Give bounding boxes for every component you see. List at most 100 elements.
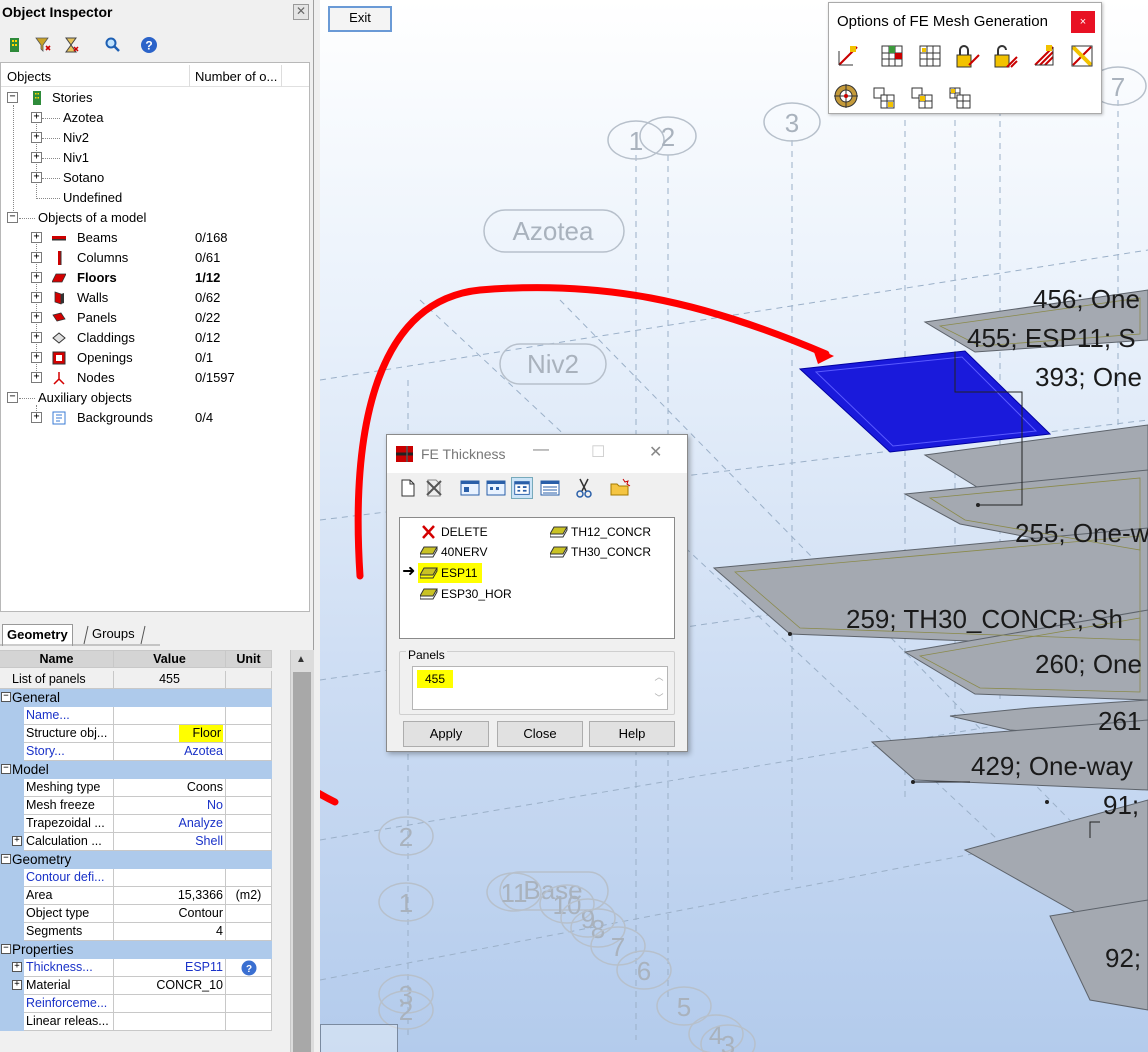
mesh-lock-icon[interactable]	[955, 43, 981, 69]
mesh-split-icon[interactable]	[871, 85, 897, 111]
expand-toggle[interactable]: +	[12, 836, 22, 846]
expand-toggle[interactable]: +	[31, 132, 42, 143]
expand-toggle[interactable]: +	[31, 172, 42, 183]
grid-row-trapezoidal[interactable]: Trapezoidal ... Analyze	[0, 815, 272, 833]
thickness-item-esp30-hor[interactable]: ESP30_HOR	[420, 584, 530, 604]
minimize-button[interactable]: —	[533, 441, 549, 459]
tree-node-panels[interactable]: + Panels 0/22	[1, 308, 301, 328]
apply-button[interactable]: Apply	[403, 721, 489, 747]
thickness-item-40nerv[interactable]: 40NERV	[420, 542, 530, 562]
expand-toggle[interactable]: +	[31, 312, 42, 323]
tree-node-nodes[interactable]: + Nodes 0/1597	[1, 368, 301, 388]
hourglass-icon[interactable]	[60, 34, 82, 56]
tree-node-walls[interactable]: + Walls 0/62	[1, 288, 301, 308]
section-properties[interactable]: − Properties	[0, 941, 272, 959]
expand-toggle[interactable]: +	[31, 292, 42, 303]
expand-toggle[interactable]: +	[31, 232, 42, 243]
name-column-header[interactable]: Name	[0, 650, 114, 668]
tree-node-story-undefined[interactable]: Undefined	[1, 188, 301, 208]
grid-row-segments[interactable]: Segments 4	[0, 923, 272, 941]
mesh-table-icon[interactable]	[879, 43, 905, 69]
expand-toggle[interactable]: +	[31, 152, 42, 163]
mesh-options-close-button[interactable]: ×	[1071, 11, 1095, 33]
grid-row-name[interactable]: Name...	[0, 707, 272, 725]
inspector-close-button[interactable]: ✕	[293, 4, 309, 20]
section-general[interactable]: − General	[0, 689, 272, 707]
dialog-close-x-button[interactable]: ✕	[649, 442, 662, 462]
tree-node-story-azotea[interactable]: + Azotea	[1, 108, 301, 128]
grid-row-structure-object[interactable]: Structure obj... Floor	[0, 725, 272, 743]
thickness-item-delete[interactable]: DELETE	[420, 522, 530, 542]
row-value[interactable]: Coons	[114, 779, 226, 797]
expand-toggle[interactable]: +	[31, 412, 42, 423]
value-column-header[interactable]: Value	[114, 650, 226, 668]
row-value[interactable]	[114, 869, 226, 887]
select-story-icon[interactable]	[4, 34, 26, 56]
grid-row-thickness[interactable]: + Thickness... ESP11 ?	[0, 959, 272, 977]
section-geometry[interactable]: − Geometry	[0, 851, 272, 869]
tree-node-backgrounds[interactable]: + Backgrounds 0/4	[1, 408, 301, 428]
collapse-toggle[interactable]: −	[1, 944, 11, 954]
help-button[interactable]: Help	[589, 721, 675, 747]
tree-node-story-sotano[interactable]: + Sotano	[1, 168, 301, 188]
property-grid-scrollbar[interactable]: ▲	[290, 650, 314, 1052]
close-button[interactable]: Close	[497, 721, 583, 747]
row-value[interactable]	[114, 995, 226, 1013]
search-icon[interactable]	[102, 34, 124, 56]
panels-input[interactable]: 455 ︿ ﹀	[412, 666, 668, 710]
row-value[interactable]: Floor	[114, 725, 226, 743]
delete-file-icon[interactable]	[423, 477, 445, 499]
exit-button[interactable]: Exit	[328, 6, 392, 32]
count-column-header[interactable]: Number of o...	[189, 65, 281, 87]
tree-node-objects-of-model[interactable]: − Objects of a model	[1, 208, 301, 228]
tree-node-columns[interactable]: + Columns 0/61	[1, 248, 301, 268]
row-value[interactable]: No	[114, 797, 226, 815]
collapse-toggle[interactable]: −	[1, 764, 11, 774]
maximize-button[interactable]: ☐	[591, 442, 605, 462]
mesh-merge-icon[interactable]	[909, 85, 935, 111]
collapse-toggle[interactable]: −	[1, 854, 11, 864]
mesh-unlock-icon[interactable]	[993, 43, 1019, 69]
tree-node-beams[interactable]: + Beams 0/168	[1, 228, 301, 248]
grid-row-calculation[interactable]: + Calculation ... Shell	[0, 833, 272, 851]
row-value[interactable]: CONCR_10	[114, 977, 226, 995]
cut-icon[interactable]	[573, 477, 595, 499]
mesh-refine-icon[interactable]	[1031, 43, 1057, 69]
list-view-icon[interactable]	[511, 477, 533, 499]
expand-toggle[interactable]: +	[12, 980, 22, 990]
mesh-join-icon[interactable]	[947, 85, 973, 111]
mesh-auto-icon[interactable]	[835, 43, 861, 69]
tree-node-claddings[interactable]: + Claddings 0/12	[1, 328, 301, 348]
mesh-delete-icon[interactable]	[1069, 43, 1095, 69]
row-value[interactable]	[114, 707, 226, 725]
collapse-toggle[interactable]: −	[1, 692, 11, 702]
tree-node-story-niv2[interactable]: + Niv2	[1, 128, 301, 148]
expand-toggle[interactable]: +	[31, 372, 42, 383]
grid-row-contour[interactable]: Contour defi...	[0, 869, 272, 887]
grid-row-mesh-freeze[interactable]: Mesh freeze No	[0, 797, 272, 815]
mesh-grid-icon[interactable]	[917, 43, 943, 69]
objects-column-header[interactable]: Objects	[7, 69, 51, 84]
grid-row-area[interactable]: Area 15,3366 (m2)	[0, 887, 272, 905]
large-icons-view-icon[interactable]	[459, 477, 481, 499]
tree-node-auxiliary-objects[interactable]: − Auxiliary objects	[1, 388, 301, 408]
open-folder-icon[interactable]	[609, 477, 631, 499]
mesh-target-icon[interactable]	[833, 83, 859, 109]
scroll-thumb[interactable]	[293, 672, 311, 1052]
details-view-icon[interactable]	[539, 477, 561, 499]
grid-row-object-type[interactable]: Object type Contour	[0, 905, 272, 923]
tree-node-openings[interactable]: + Openings 0/1	[1, 348, 301, 368]
grid-row-reinforcement[interactable]: Reinforceme...	[0, 995, 272, 1013]
collapse-toggle[interactable]: −	[7, 392, 18, 403]
grid-row-list-of-panels[interactable]: List of panels 455	[0, 671, 272, 689]
expand-toggle[interactable]: +	[12, 962, 22, 972]
row-value[interactable]: Analyze	[114, 815, 226, 833]
tree-node-floors[interactable]: + Floors 1/12	[1, 268, 301, 288]
thickness-list[interactable]: DELETE 40NERV ➜ ESP11 ESP30_HOR TH12_CON…	[399, 517, 675, 639]
expand-toggle[interactable]: +	[31, 352, 42, 363]
row-value[interactable]: Shell	[114, 833, 226, 851]
collapse-toggle[interactable]: −	[7, 92, 18, 103]
grid-row-story[interactable]: Story... Azotea	[0, 743, 272, 761]
help-icon[interactable]: ?	[138, 34, 160, 56]
filter-icon[interactable]	[32, 34, 54, 56]
